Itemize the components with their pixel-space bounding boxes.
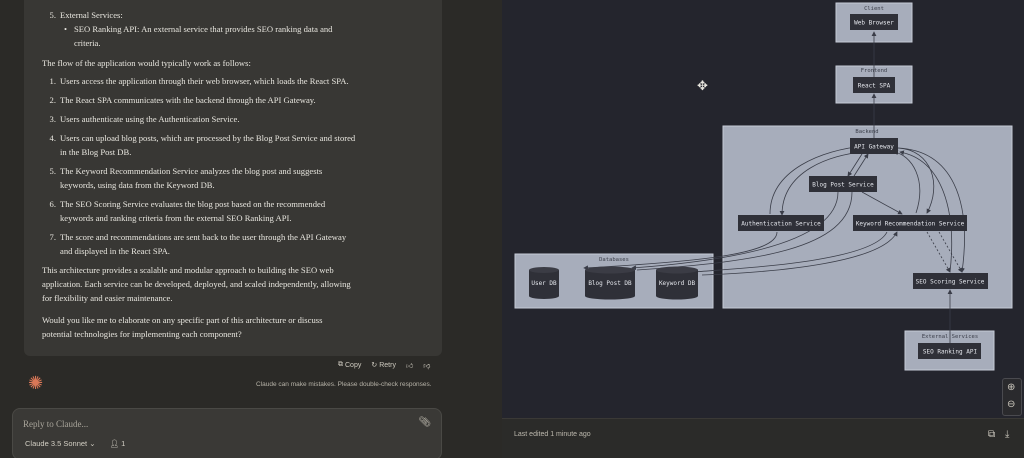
svg-text:React SPA: React SPA bbox=[858, 83, 891, 90]
node-keyword-service[interactable]: Keyword Recommendation Service bbox=[853, 215, 967, 231]
diagram-canvas[interactable]: Client Frontend Backend Databases Extern… bbox=[502, 0, 1024, 418]
model-row: Claude 3.5 Sonnet ⌄ 👤︎ 1 bbox=[25, 439, 125, 448]
download-icon[interactable]: ⤓ bbox=[1005, 429, 1009, 440]
svg-text:Databases: Databases bbox=[599, 257, 629, 263]
list-text: The React SPA communicates with the back… bbox=[60, 95, 316, 105]
list-text: The score and recommendations are sent b… bbox=[60, 232, 347, 256]
node-web-browser[interactable]: Web Browser bbox=[850, 14, 898, 30]
node-user-db[interactable]: User DB bbox=[529, 267, 559, 299]
question-paragraph: Would you like me to elaborate on any sp… bbox=[42, 315, 323, 339]
assistant-message: 5. External Services: • SEO Ranking API:… bbox=[24, 0, 442, 356]
list-text: Users access the application through the… bbox=[60, 76, 349, 86]
user-icon: 👤︎ bbox=[109, 439, 120, 448]
svg-text:API Gateway: API Gateway bbox=[854, 144, 894, 151]
reply-input[interactable] bbox=[23, 417, 403, 431]
chat-pane: 5. External Services: • SEO Ranking API:… bbox=[0, 0, 502, 458]
architecture-diagram: Client Frontend Backend Databases Extern… bbox=[514, 2, 1013, 371]
node-seo-scoring[interactable]: SEO Scoring Service bbox=[913, 273, 988, 289]
node-blog-post-service[interactable]: Blog Post Service bbox=[809, 176, 877, 192]
svg-text:Blog Post DB: Blog Post DB bbox=[588, 280, 632, 287]
svg-text:SEO Ranking API: SEO Ranking API bbox=[923, 349, 978, 356]
summary-paragraph: This architecture provides a scalable an… bbox=[42, 265, 351, 303]
svg-text:Keyword DB: Keyword DB bbox=[659, 280, 696, 287]
artifact-pane: Client Frontend Backend Databases Extern… bbox=[502, 0, 1024, 458]
svg-text:Authentication Service: Authentication Service bbox=[741, 221, 821, 228]
svg-text:Blog Post Service: Blog Post Service bbox=[812, 182, 874, 189]
copy-icon: ⧉ bbox=[338, 361, 343, 368]
list-number: 7. bbox=[49, 232, 56, 242]
list-number: 2. bbox=[49, 95, 56, 105]
list-item: 4. Users can upload blog posts, which are… bbox=[42, 131, 432, 159]
steps-list: 1. Users access the application through t… bbox=[34, 74, 432, 258]
node-blog-post-db[interactable]: Blog Post DB bbox=[585, 266, 635, 300]
svg-text:Client: Client bbox=[864, 6, 884, 12]
node-api-gateway[interactable]: API Gateway bbox=[850, 138, 898, 154]
model-selector[interactable]: Claude 3.5 Sonnet ⌄ bbox=[25, 439, 96, 448]
list-item: 1. Users access the application through t… bbox=[42, 74, 432, 88]
list-number: 6. bbox=[49, 199, 56, 209]
svg-text:SEO Scoring Service: SEO Scoring Service bbox=[916, 279, 985, 286]
list-text: Users authenticate using the Authenticat… bbox=[60, 114, 240, 124]
copy-artifact-icon[interactable]: ⧉ bbox=[988, 429, 995, 440]
thumbs-up-icon[interactable]: 👍︎ bbox=[406, 361, 413, 370]
list-number: 5. bbox=[49, 10, 56, 20]
move-cursor-icon: ✥ bbox=[697, 78, 708, 93]
svg-text:Backend: Backend bbox=[855, 129, 878, 135]
retry-button[interactable]: ↻ Retry bbox=[371, 361, 396, 370]
node-seo-api[interactable]: SEO Ranking API bbox=[918, 343, 981, 359]
list-text: Users can upload blog posts, which are p… bbox=[60, 133, 356, 157]
last-edited-text: Last edited 1 minute ago bbox=[514, 431, 591, 438]
list-item: 5. External Services: bbox=[42, 8, 432, 22]
node-auth-service[interactable]: Authentication Service bbox=[738, 215, 824, 231]
list-text: The Keyword Recommendation Service analy… bbox=[60, 166, 323, 190]
svg-text:User DB: User DB bbox=[531, 280, 557, 287]
list-text: External Services: bbox=[60, 10, 123, 20]
list-text: The SEO Scoring Service evaluates the bl… bbox=[60, 199, 326, 223]
svg-text:Web Browser: Web Browser bbox=[854, 20, 894, 27]
list-number: 3. bbox=[49, 114, 56, 124]
artifact-footer: Last edited 1 minute ago ⧉ ⤓ bbox=[502, 418, 1024, 458]
bullet-item: • SEO Ranking API: An external service t… bbox=[64, 24, 333, 48]
disclaimer-text: Claude can make mistakes. Please double-… bbox=[256, 381, 432, 388]
list-item: 3. Users authenticate using the Authentic… bbox=[42, 112, 432, 126]
zoom-out-icon[interactable]: ⊖ bbox=[1007, 399, 1015, 411]
attachment-count: 👤︎ 1 bbox=[109, 439, 126, 448]
message-actions: ⧉ Copy ↻ Retry 👍︎ 👎︎ bbox=[338, 358, 430, 372]
zoom-in-icon[interactable]: ⊕ bbox=[1007, 382, 1015, 394]
node-react-spa[interactable]: React SPA bbox=[853, 77, 895, 93]
list-item: 5. The Keyword Recommendation Service ana… bbox=[42, 164, 432, 192]
retry-icon: ↻ bbox=[371, 362, 378, 369]
paperclip-icon[interactable]: 📎︎ bbox=[418, 417, 431, 428]
paragraph: The flow of the application would typica… bbox=[42, 58, 251, 68]
copy-button[interactable]: ⧉ Copy bbox=[338, 361, 361, 369]
list-number: 5. bbox=[49, 166, 56, 176]
list-item: 6. The SEO Scoring Service evaluates the … bbox=[42, 197, 432, 225]
composer: 📎︎ Claude 3.5 Sonnet ⌄ 👤︎ 1 bbox=[12, 408, 442, 458]
svg-text:Keyword Recommendation Service: Keyword Recommendation Service bbox=[856, 221, 965, 228]
list-number: 1. bbox=[49, 76, 56, 86]
bullet-text: SEO Ranking API: An external service tha… bbox=[74, 24, 333, 48]
zoom-controls: ⊕ ⊖ bbox=[1002, 378, 1022, 416]
thumbs-down-icon[interactable]: 👎︎ bbox=[423, 361, 430, 370]
node-keyword-db[interactable]: Keyword DB bbox=[656, 266, 698, 300]
list-number: 4. bbox=[49, 133, 56, 143]
claude-logo-icon: ✺ bbox=[28, 373, 44, 393]
list-item: 2. The React SPA communicates with the ba… bbox=[42, 93, 432, 107]
chevron-down-icon: ⌄ bbox=[89, 439, 96, 448]
list-item: 7. The score and recommendations are sent… bbox=[42, 230, 432, 258]
